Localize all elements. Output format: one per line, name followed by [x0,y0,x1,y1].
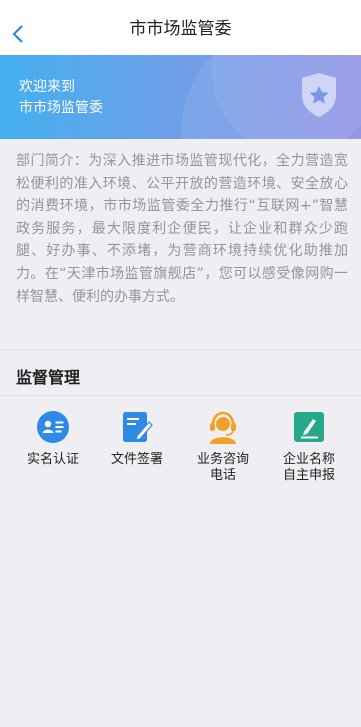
back-button[interactable] [6,20,30,48]
shield-star-icon [302,73,336,117]
page: 市市场监管委 欢迎来到 市市场监管委 部门简介：为深入推进市场监管现代化，全力营… [0,0,361,727]
edit-report-icon [294,412,324,442]
id-card-icon [37,411,69,443]
service-label: 业务咨询电话 [196,452,249,483]
divider [0,395,361,396]
section-title: 监督管理 [16,368,81,387]
service-label: 实名认证 [26,452,79,467]
service-real-name-auth[interactable]: 实名认证 [8,410,98,490]
department-name: 市市场监管委 [19,100,103,116]
service-grid: 实名认证 文件签署 业务咨询电话 企业名称自主申报 [0,400,361,490]
welcome-banner: 欢迎来到 市市场监管委 [0,55,361,139]
welcome-text: 欢迎来到 [19,79,75,95]
page-title: 市市场监管委 [129,19,232,39]
department-intro: 部门简介：为深入推进市场监管现代化，全力营造宽松便利的准入环境、公平开放的营造环… [16,153,348,305]
service-label: 文件签署 [110,452,163,467]
divider [0,349,361,350]
chevron-left-icon [12,25,23,43]
nav-bar: 市市场监管委 [0,0,361,55]
document-sign-icon [123,412,153,442]
service-document-sign[interactable]: 文件签署 [92,410,182,490]
service-company-name-declare[interactable]: 企业名称自主申报 [264,410,354,490]
service-label: 企业名称自主申报 [282,452,335,483]
service-hotline[interactable]: 业务咨询电话 [178,410,268,490]
customer-service-icon [210,411,236,444]
